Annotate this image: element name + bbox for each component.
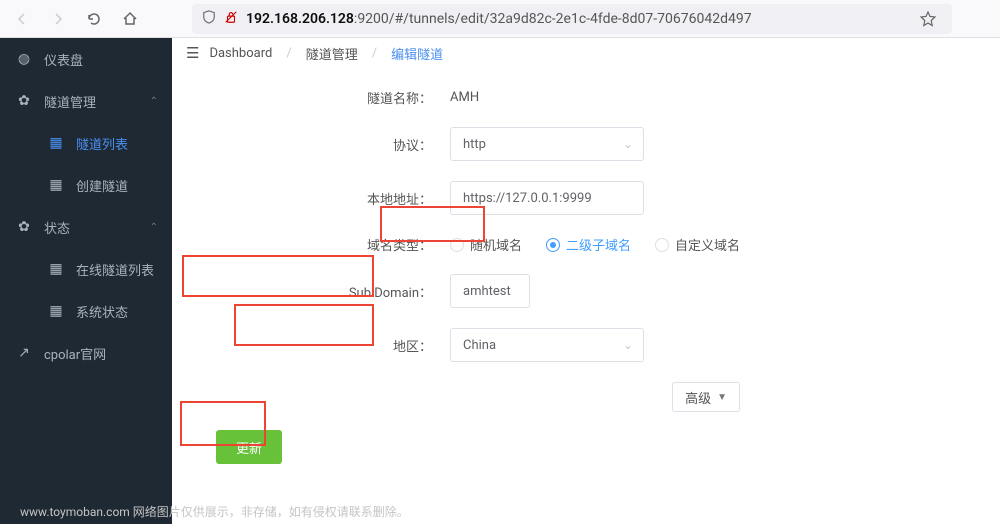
sidebar-item-label: 仪表盘 <box>44 50 83 69</box>
caret-down-icon: ▼ <box>717 392 727 403</box>
sidebar-item-label: 在线隧道列表 <box>76 260 154 279</box>
addr-value: https://127.0.0.1:9999 <box>463 191 592 206</box>
forward-button[interactable] <box>44 5 72 33</box>
list-icon: ▦ <box>48 135 64 151</box>
sidebar-item-system-status[interactable]: ▦ 系统状态 <box>0 290 172 332</box>
breadcrumb-sep: / <box>286 46 291 61</box>
chevron-up-icon: ⌃ <box>150 222 158 233</box>
radio-random[interactable]: 随机域名 <box>450 235 522 254</box>
gear-icon: ✿ <box>16 93 32 109</box>
sidebar-item-label: 状态 <box>44 218 70 237</box>
main-content: ☰ Dashboard / 隧道管理 / 编辑隧道 隧道名称： AMH 协议： … <box>172 38 1000 524</box>
submit-button[interactable]: 更新 <box>216 430 282 464</box>
chevron-down-icon: ⌄ <box>623 137 633 151</box>
sidebar-item-label: 创建隧道 <box>76 176 128 195</box>
sidebar-item-label: cpolar官网 <box>44 344 106 363</box>
menu-toggle-icon[interactable]: ☰ <box>186 44 199 62</box>
dashboard-icon: ◍ <box>16 51 32 67</box>
sidebar-item-label: 系统状态 <box>76 302 128 321</box>
region-value: China <box>463 338 496 353</box>
radio-icon <box>655 238 669 252</box>
chevron-up-icon: ⌃ <box>150 96 158 107</box>
subdomain-input[interactable]: amhtest <box>450 274 530 308</box>
url-text: 192.168.206.128:9200/#/tunnels/edit/32a9… <box>246 11 906 27</box>
region-label: 地区： <box>192 336 450 355</box>
insecure-icon <box>224 10 238 28</box>
external-link-icon: ↗ <box>16 345 32 361</box>
chevron-down-icon: ⌄ <box>623 338 633 352</box>
breadcrumb: ☰ Dashboard / 隧道管理 / 编辑隧道 <box>172 38 1000 68</box>
shield-icon <box>202 10 216 28</box>
domain-type-label: 域名类型： <box>192 235 450 254</box>
list-icon: ▦ <box>48 261 64 277</box>
sidebar-item-tunnel-mgmt[interactable]: ✿ 隧道管理 ⌃ <box>0 80 172 122</box>
list-icon: ▦ <box>48 177 64 193</box>
proto-value: http <box>463 137 486 152</box>
list-icon: ▦ <box>48 303 64 319</box>
radio-subdomain[interactable]: 二级子域名 <box>546 235 631 254</box>
back-button[interactable] <box>8 5 36 33</box>
watermark-text: www.toymoban.com 网络图片仅供展示，非存储，如有侵权请联系删除。 <box>20 503 409 520</box>
sidebar-item-create-tunnel[interactable]: ▦ 创建隧道 <box>0 164 172 206</box>
addr-input[interactable]: https://127.0.0.1:9999 <box>450 181 644 215</box>
reload-button[interactable] <box>80 5 108 33</box>
subdomain-label: Sub Domain： <box>192 282 450 301</box>
sidebar-item-label: 隧道列表 <box>76 134 128 153</box>
sidebar-item-label: 隧道管理 <box>44 92 96 111</box>
domain-type-radios: 随机域名 二级子域名 自定义域名 <box>450 235 740 254</box>
advanced-label: 高级 <box>685 388 711 407</box>
advanced-button[interactable]: 高级 ▼ <box>672 382 740 412</box>
breadcrumb-mid[interactable]: 隧道管理 <box>306 44 358 63</box>
radio-custom[interactable]: 自定义域名 <box>655 235 740 254</box>
sidebar-item-status[interactable]: ✿ 状态 ⌃ <box>0 206 172 248</box>
addr-label: 本地地址： <box>192 189 450 208</box>
bookmark-star-icon[interactable] <box>914 5 942 33</box>
tunnel-form: 隧道名称： AMH 协议： http ⌄ 本地地址： https://127.0… <box>172 68 1000 474</box>
breadcrumb-root[interactable]: Dashboard <box>209 46 272 61</box>
name-value: AMH <box>450 90 479 105</box>
sidebar-item-cpolar-site[interactable]: ↗ cpolar官网 <box>0 332 172 374</box>
proto-select[interactable]: http ⌄ <box>450 127 644 161</box>
gear-icon: ✿ <box>16 219 32 235</box>
radio-label: 自定义域名 <box>675 235 740 254</box>
sidebar-item-online-tunnels[interactable]: ▦ 在线隧道列表 <box>0 248 172 290</box>
region-select[interactable]: China ⌄ <box>450 328 644 362</box>
sidebar-item-dashboard[interactable]: ◍ 仪表盘 <box>0 38 172 80</box>
radio-icon <box>450 238 464 252</box>
radio-icon <box>546 238 560 252</box>
browser-toolbar: 192.168.206.128:9200/#/tunnels/edit/32a9… <box>0 0 1000 38</box>
breadcrumb-sep: / <box>372 46 377 61</box>
name-label: 隧道名称： <box>192 88 450 107</box>
breadcrumb-leaf: 编辑隧道 <box>391 44 443 63</box>
home-button[interactable] <box>116 5 144 33</box>
proto-label: 协议： <box>192 135 450 154</box>
sidebar-item-tunnel-list[interactable]: ▦ 隧道列表 <box>0 122 172 164</box>
radio-label: 随机域名 <box>470 235 522 254</box>
radio-label: 二级子域名 <box>566 235 631 254</box>
sidebar: ◍ 仪表盘 ✿ 隧道管理 ⌃ ▦ 隧道列表 ▦ 创建隧道 ✿ 状态 ⌃ ▦ 在线… <box>0 38 172 524</box>
url-bar[interactable]: 192.168.206.128:9200/#/tunnels/edit/32a9… <box>192 4 952 34</box>
subdomain-value: amhtest <box>463 284 511 299</box>
